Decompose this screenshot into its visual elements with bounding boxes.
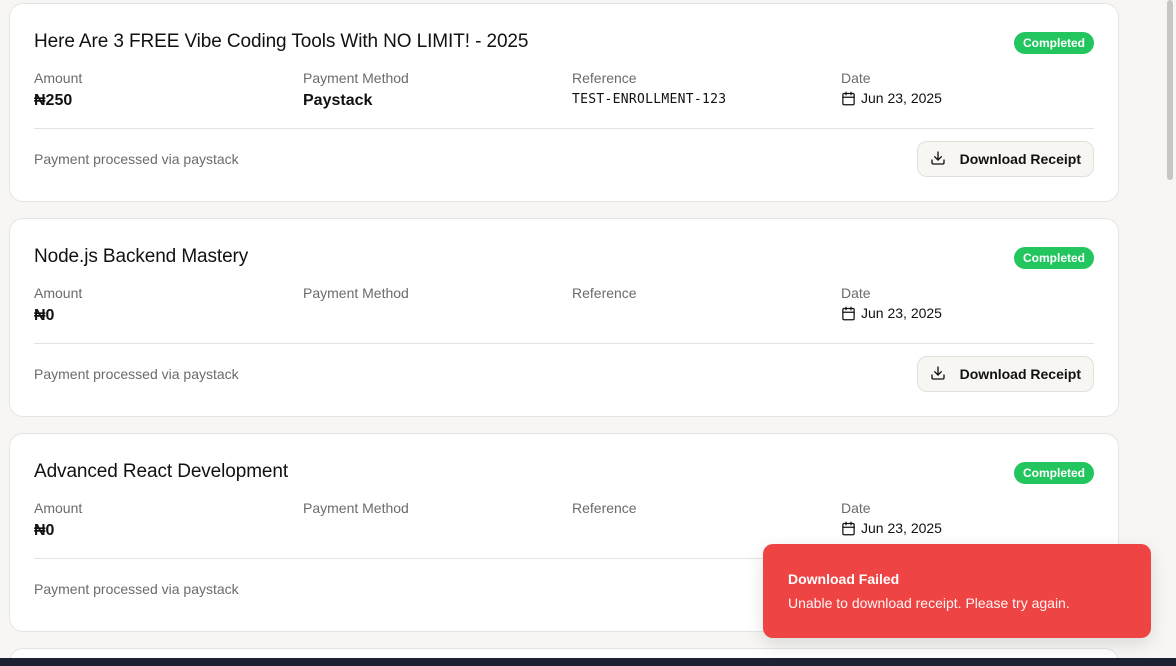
status-badge: Completed — [1013, 247, 1094, 269]
download-icon — [930, 365, 946, 384]
date-label: Date — [841, 500, 871, 516]
download-receipt-label: Download Receipt — [959, 151, 1081, 167]
divider — [34, 128, 1094, 129]
amount-field: Amount ₦0 — [34, 285, 82, 325]
toast-message: Unable to download receipt. Please try a… — [788, 595, 1070, 611]
status-badge: Completed — [1013, 462, 1094, 484]
status-badge: Completed — [1013, 32, 1094, 54]
date-field: Date Jun 23, 2025 — [841, 500, 942, 536]
calendar-icon — [841, 306, 856, 321]
payment-method-field: Payment Method — [303, 500, 409, 522]
payment-method-label: Payment Method — [303, 285, 409, 301]
amount-value: ₦0 — [34, 307, 55, 324]
download-icon — [930, 150, 946, 169]
course-title: Node.js Backend Mastery — [34, 246, 249, 267]
scrollbar[interactable] — [1164, 0, 1176, 666]
payment-card: Here Are 3 FREE Vibe Coding Tools With N… — [9, 3, 1119, 202]
course-title: Advanced React Development — [34, 461, 289, 482]
amount-value: ₦250 — [34, 92, 73, 109]
reference-field: Reference — [572, 285, 637, 306]
payment-method-value: Paystack — [303, 92, 373, 109]
date-value: Jun 23, 2025 — [861, 90, 942, 106]
calendar-icon — [841, 91, 856, 106]
payment-method-field: Payment Method — [303, 285, 409, 307]
amount-label: Amount — [34, 70, 83, 86]
date-field: Date Jun 23, 2025 — [841, 70, 942, 106]
date-field: Date Jun 23, 2025 — [841, 285, 942, 321]
date-label: Date — [841, 285, 871, 301]
payment-note: Payment processed via paystack — [34, 581, 239, 597]
amount-field: Amount ₦0 — [34, 500, 82, 540]
amount-label: Amount — [34, 285, 83, 301]
toast-title: Download Failed — [788, 571, 900, 587]
amount-value: ₦0 — [34, 522, 55, 539]
payment-note: Payment processed via paystack — [34, 151, 239, 167]
calendar-icon — [841, 521, 856, 536]
payment-method-label: Payment Method — [303, 500, 409, 516]
reference-field: Reference — [572, 500, 637, 521]
amount-label: Amount — [34, 500, 83, 516]
date-label: Date — [841, 70, 871, 86]
amount-field: Amount ₦250 — [34, 70, 82, 110]
payment-note: Payment processed via paystack — [34, 366, 239, 382]
reference-label: Reference — [572, 500, 637, 516]
download-receipt-label: Download Receipt — [959, 366, 1081, 382]
download-receipt-button[interactable]: Download Receipt — [916, 356, 1094, 392]
payment-history-page: Here Are 3 FREE Vibe Coding Tools With N… — [0, 0, 1176, 666]
reference-field: Reference TEST-ENROLLMENT-123 — [572, 70, 726, 109]
reference-label: Reference — [572, 285, 637, 301]
scrollbar-thumb[interactable] — [1167, 0, 1173, 180]
reference-label: Reference — [572, 70, 637, 86]
taskbar-edge — [0, 658, 1176, 666]
payment-method-label: Payment Method — [303, 70, 409, 86]
download-receipt-button[interactable]: Download Receipt — [916, 141, 1094, 177]
divider — [34, 343, 1094, 344]
date-value: Jun 23, 2025 — [861, 520, 942, 536]
date-value: Jun 23, 2025 — [861, 305, 942, 321]
course-title: Here Are 3 FREE Vibe Coding Tools With N… — [34, 31, 529, 52]
reference-value: TEST-ENROLLMENT-123 — [572, 92, 727, 107]
payment-method-field: Payment Method Paystack — [303, 70, 409, 110]
payment-card: Node.js Backend Mastery Completed Amount… — [9, 218, 1119, 417]
error-toast[interactable]: Download Failed Unable to download recei… — [763, 544, 1151, 638]
